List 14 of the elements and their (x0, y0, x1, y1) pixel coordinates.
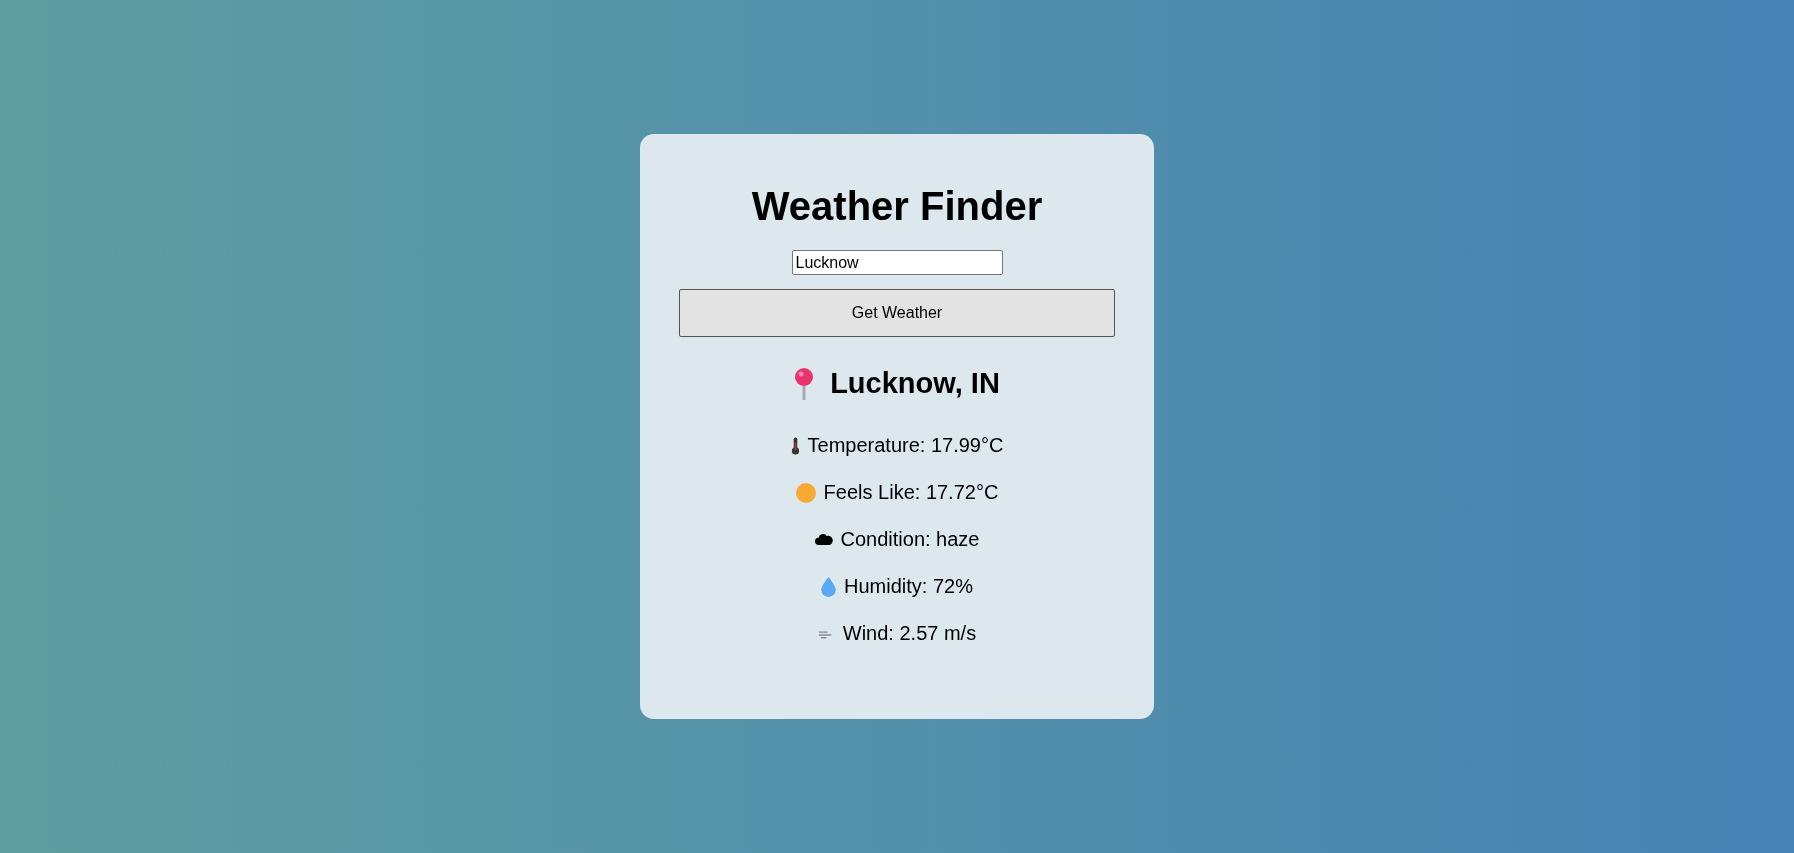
city-input-field[interactable]: Lucknow (791, 250, 1003, 275)
location-heading: Lucknow, IN (830, 367, 1000, 400)
pushpin-icon (794, 367, 815, 400)
app-title: Weather Finder (751, 184, 1043, 228)
weather-detail: Feels Like: 17.72°C (823, 481, 999, 504)
emoji-icon (795, 482, 816, 503)
weather-detail: Condition: haze (840, 528, 980, 551)
thermometer-icon (790, 436, 800, 455)
droplet-icon (821, 576, 837, 597)
weather-detail: Humidity: 72% (844, 575, 973, 598)
weather-detail: Temperature: 17.99°C (807, 434, 1004, 457)
cloud-icon (814, 534, 833, 545)
weather-detail: Wind: 2.57 m/s (842, 622, 977, 645)
get-weather-button[interactable]: Get Weather (679, 289, 1115, 337)
